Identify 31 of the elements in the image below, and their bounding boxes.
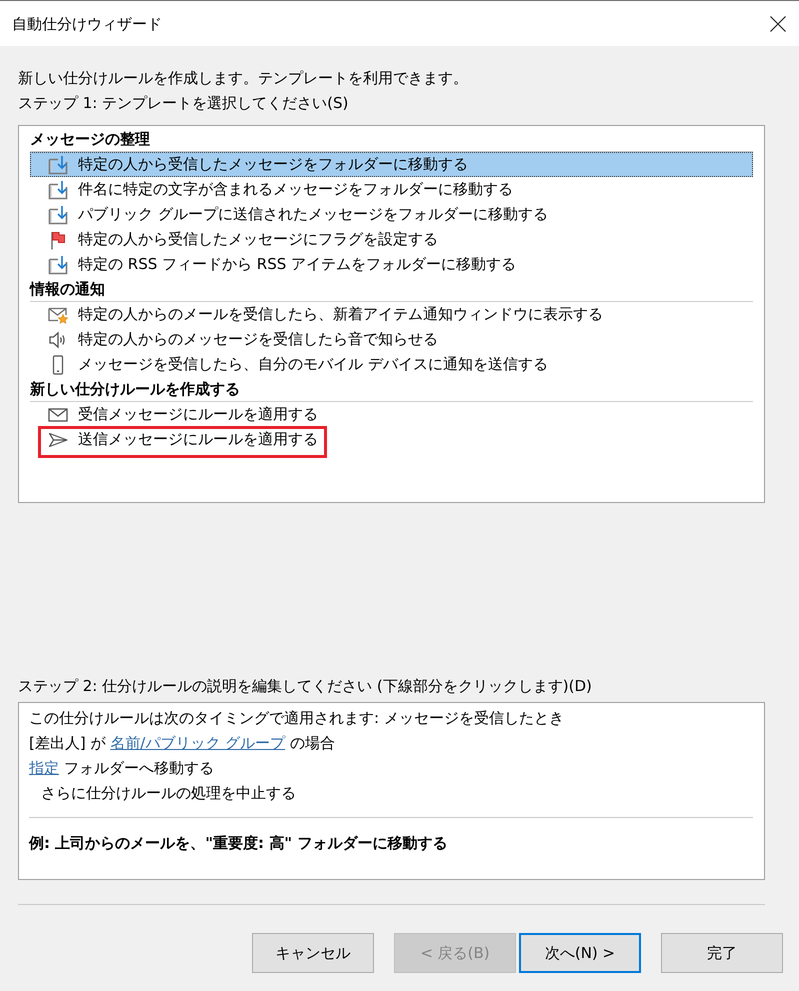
group-header: 情報の通知 [30, 277, 753, 302]
step-label: ステップ 2: 仕分けルールの説明を編集してください (下線部分をクリックします)(D) [18, 676, 593, 697]
template-item[interactable]: 特定の人から受信したメッセージをフォルダーに移動する [30, 152, 753, 177]
rule-description-line: 指定 フォルダーへ移動する [29, 758, 215, 779]
rule-example-text: 例: 上司からのメールを、"重要度: 高" フォルダーに移動する [29, 833, 448, 854]
wizard-button[interactable]: キャンセル [252, 933, 374, 973]
folder-arrow-icon [48, 180, 68, 200]
template-item[interactable]: 受信メッセージにルールを適用する [30, 402, 753, 427]
rule-value-link[interactable]: 指定 [29, 759, 59, 777]
group-header: 新しい仕分けルールを作成する [30, 377, 753, 402]
close-icon[interactable] [770, 16, 786, 32]
template-item[interactable]: 件名に特定の文字が含まれるメッセージをフォルダーに移動する [30, 177, 753, 202]
folder-arrow-icon [48, 254, 68, 274]
template-item[interactable]: 特定の人から受信したメッセージにフラグを設定する [30, 227, 753, 252]
folder-arrow-icon [48, 204, 68, 224]
step-label: ステップ 1: テンプレートを選択してください(S) [18, 93, 350, 114]
rule-value-link[interactable]: 名前/パブリック グループ [110, 734, 286, 752]
template-item[interactable]: パブリック グループに送信されたメッセージをフォルダーに移動する [30, 202, 753, 227]
folder-arrow-icon [48, 154, 68, 174]
template-item[interactable]: 特定の人からのメッセージを受信したら音で知らせる [30, 327, 753, 352]
template-item[interactable]: 特定の RSS フィードから RSS アイテムをフォルダーに移動する [30, 252, 753, 277]
window-title: 自動仕分けウィザード [12, 14, 162, 34]
template-item[interactable]: メッセージを受信したら、自分のモバイル デバイスに通知を送信する [30, 352, 753, 377]
template-item[interactable]: 特定の人からのメールを受信したら、新着アイテム通知ウィンドウに表示する [30, 302, 753, 327]
wizard-button[interactable]: 完了 [661, 933, 783, 973]
intro-text: 新しい仕分けルールを作成します。テンプレートを利用できます。 [18, 68, 469, 89]
rule-description-line: この仕分けルールは次のタイミングで適用されます: メッセージを受信したとき [29, 708, 565, 729]
rule-description-line: [差出人] が 名前/パブリック グループ の場合 [29, 733, 336, 754]
rule-description-line: さらに仕分けルールの処理を中止する [40, 783, 297, 804]
wizard-button[interactable]: 次へ(N) > [519, 933, 641, 973]
template-item[interactable]: 送信メッセージにルールを適用する [30, 427, 753, 452]
